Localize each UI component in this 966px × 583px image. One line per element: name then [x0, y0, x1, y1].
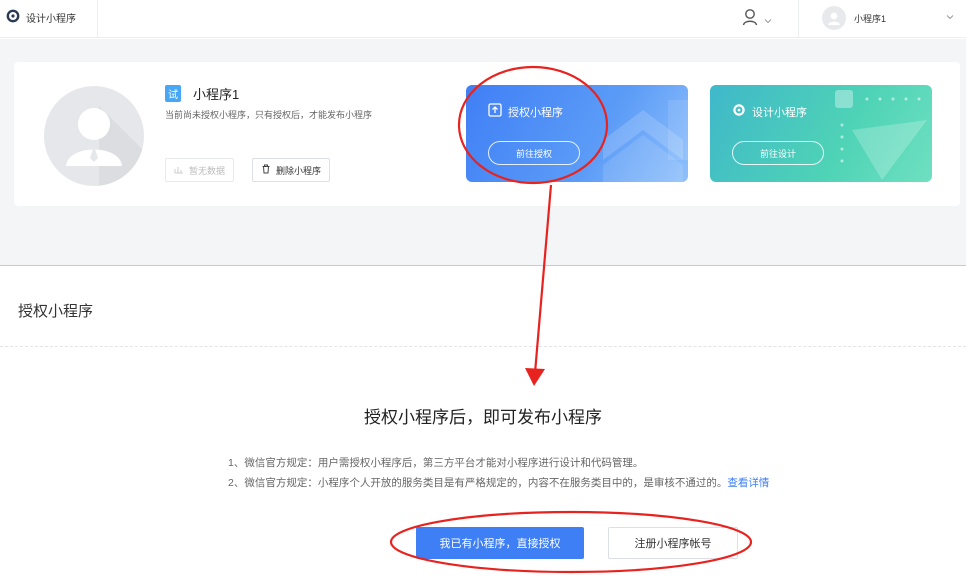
- app-title-row: 试 小程序1: [165, 84, 239, 103]
- user-menu[interactable]: [742, 8, 772, 31]
- topbar-divider: [798, 0, 799, 38]
- app-avatar: [44, 86, 144, 186]
- brand-label: 设计小程序: [26, 14, 76, 25]
- brand-divider: [97, 0, 98, 38]
- avatar: [822, 6, 846, 30]
- top-bar: 设计小程序 小程序1: [0, 0, 966, 38]
- rule-line-1: 1、微信官方规定：用户需授权小程序后，第三方平台才能对小程序进行设计和代码管理。: [228, 457, 644, 469]
- design-panel: 设计小程序 前往设计: [710, 85, 932, 182]
- brand[interactable]: 设计小程序: [6, 9, 76, 26]
- upload-icon: [488, 103, 502, 120]
- chevron-down-icon[interactable]: [946, 12, 954, 22]
- gear-icon: [732, 103, 746, 120]
- annotation-arrow-head: [525, 368, 545, 386]
- register-account-button[interactable]: 注册小程序帐号: [608, 527, 738, 559]
- authorize-panel: 授权小程序 前往授权: [466, 85, 688, 182]
- go-authorize-button[interactable]: 前往授权: [488, 141, 580, 165]
- app-name: 小程序1: [193, 87, 240, 102]
- section-title: 授权小程序: [18, 303, 94, 320]
- trash-icon: [261, 164, 271, 176]
- account-name: 小程序1: [854, 13, 887, 24]
- logo-icon: [6, 9, 20, 26]
- delete-label: 删除小程序: [276, 165, 322, 176]
- app-description: 当前尚未授权小程序，只有授权后，才能发布小程序: [165, 110, 373, 120]
- authorize-panel-header: 授权小程序: [488, 103, 563, 120]
- panel-decoration: [835, 90, 927, 180]
- panel-decoration: [603, 100, 688, 182]
- section-divider: [0, 265, 966, 266]
- authorize-panel-title: 授权小程序: [508, 106, 563, 119]
- no-data-button[interactable]: 暂无数据: [165, 158, 235, 182]
- dashed-divider: [0, 346, 966, 347]
- rule-line-2: 2、微信官方规定：小程序个人开放的服务类目是有严格规定的，内容不在服务类目中的，…: [228, 475, 769, 490]
- design-panel-header: 设计小程序: [732, 103, 807, 120]
- design-panel-title: 设计小程序: [752, 106, 807, 119]
- account-menu[interactable]: 小程序1: [822, 6, 886, 30]
- rule-line-2-text: 2、微信官方规定：小程序个人开放的服务类目是有严格规定的，内容不在服务类目中的，…: [228, 477, 728, 489]
- authorize-existing-button[interactable]: 我已有小程序，直接授权: [416, 527, 584, 559]
- go-design-button[interactable]: 前往设计: [732, 141, 824, 165]
- user-icon: [742, 8, 758, 31]
- delete-app-button[interactable]: 删除小程序: [252, 158, 331, 182]
- chart-icon: [174, 164, 184, 176]
- view-details-link[interactable]: 查看详情: [727, 477, 769, 489]
- headline: 授权小程序后，即可发布小程序: [364, 408, 602, 427]
- no-data-label: 暂无数据: [189, 165, 226, 176]
- chevron-down-icon: [764, 11, 772, 29]
- test-badge: 试: [165, 85, 181, 102]
